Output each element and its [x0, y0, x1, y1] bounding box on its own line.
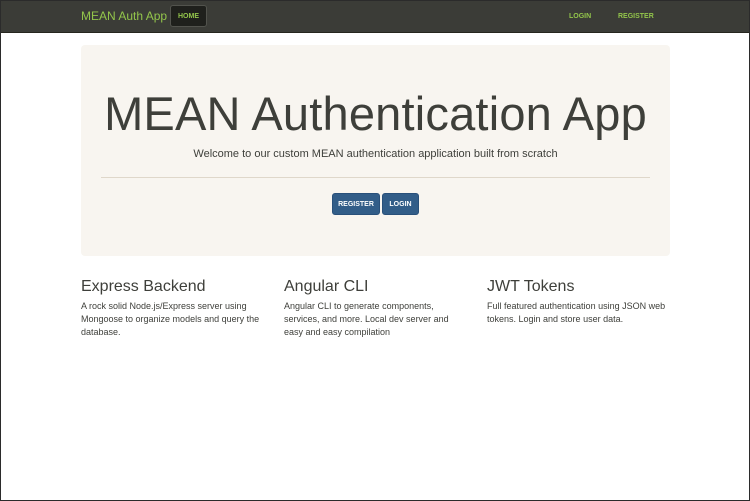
- nav-register-link[interactable]: REGISTER: [618, 1, 654, 32]
- feature-jwt-tokens: JWT Tokens Full featured authentication …: [487, 278, 667, 326]
- feature-heading: Express Backend: [81, 278, 206, 295]
- jumbotron: MEAN Authentication App Welcome to our c…: [81, 45, 670, 256]
- feature-text: Angular CLI to generate components, serv…: [284, 301, 449, 337]
- feature-heading: JWT Tokens: [487, 278, 575, 295]
- jumbotron-lead: Welcome to our custom MEAN authenticatio…: [193, 148, 558, 160]
- feature-express-backend: Express Backend A rock solid Node.js/Exp…: [81, 278, 261, 339]
- login-button[interactable]: LOGIN: [382, 193, 419, 215]
- feature-text: Full featured authentication using JSON …: [487, 301, 666, 324]
- nav-login-link[interactable]: LOGIN: [569, 1, 591, 32]
- divider: [101, 177, 650, 178]
- feature-text: A rock solid Node.js/Express server usin…: [81, 301, 260, 337]
- feature-angular-cli: Angular CLI Angular CLI to generate comp…: [284, 278, 464, 339]
- browser-viewport: MEAN Auth App HOME LOGIN REGISTER MEAN A…: [0, 0, 750, 501]
- navbar: MEAN Auth App HOME LOGIN REGISTER: [1, 1, 749, 33]
- nav-home-button[interactable]: HOME: [170, 5, 207, 27]
- brand-link[interactable]: MEAN Auth App: [81, 1, 167, 32]
- feature-heading: Angular CLI: [284, 278, 369, 295]
- page-title: MEAN Authentication App: [104, 87, 647, 140]
- register-button[interactable]: REGISTER: [332, 193, 380, 215]
